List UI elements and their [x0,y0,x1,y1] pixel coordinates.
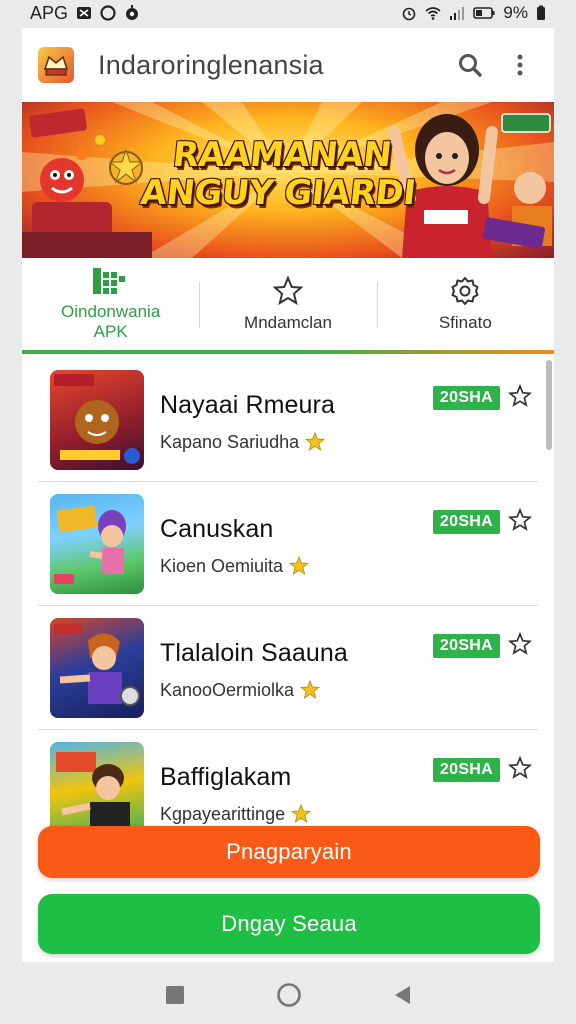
favorite-star-icon[interactable] [508,756,532,780]
battery-icon [473,7,495,19]
tab-favorites[interactable]: Mndamclan [199,258,376,350]
carrier-text: APG [30,2,69,23]
location-icon [126,5,139,20]
app-window: Indaroringlenansia RAAMANAN ANGUY GIARDI… [22,28,554,962]
tab-settings[interactable]: Sfinato [376,258,554,350]
apk-grid-icon [92,268,125,294]
tab-bar: Oindonwania APK Mndamclan Sfinato [22,258,554,354]
alarm-icon [403,7,416,21]
primary-action-button[interactable]: Pnagparyain [38,826,540,878]
app-bar: Indaroringlenansia [22,28,554,102]
app-thumbnail [50,493,144,594]
gear-icon [451,277,479,305]
app-subtitle: Kgpayearittinge [160,803,286,824]
list-scrollbar[interactable] [546,360,552,450]
banner-title: RAAMANAN ANGUY GIARDI [136,135,424,213]
rating-star-icon [291,804,312,823]
app-subtitle: Kapano Sariudha [160,431,300,452]
banner-title-line2: ANGUY GIARDI [138,173,418,213]
version-badge: 20SHA [432,758,500,782]
favorite-star-icon[interactable] [508,384,532,408]
app-thumbnail [50,369,144,470]
app-subtitle: KanooOermiolka [160,679,295,700]
favorite-star-icon[interactable] [508,632,532,656]
list-item[interactable]: Baffiglakam Kgpayearittinge 20SHA [38,730,538,828]
version-badge: 20SHA [432,634,500,658]
app-subtitle: Kioen Oemiuita [160,555,284,576]
notification-icon [77,7,92,19]
rating-star-icon [300,680,321,699]
more-options-button[interactable] [500,45,540,85]
app-list: Nayaai Rmeura Kapano Sariudha 20SHA Canu… [22,358,554,828]
search-button[interactable] [450,45,490,85]
status-bar: APG 9% [0,0,576,26]
search-icon [459,54,482,77]
app-thumbnail [50,741,144,828]
star-icon [272,275,304,306]
version-badge: 20SHA [432,510,500,534]
rating-star-icon [289,556,310,575]
more-vert-icon [517,54,523,76]
list-item[interactable]: Tlalaloin Saauna KanooOermiolka 20SHA [38,606,538,730]
home-button[interactable] [276,982,302,1008]
tab-favorites-label: Mndamclan [244,313,332,332]
tab-settings-label: Sfinato [438,313,492,332]
app-thumbnail [50,617,144,718]
tab-apk[interactable]: Oindonwania APK [22,258,199,350]
app-logo-icon [38,47,74,83]
back-button[interactable] [392,984,412,1006]
list-item[interactable]: Nayaai Rmeura Kapano Sariudha 20SHA [38,358,538,482]
system-nav-bar [0,966,576,1024]
battery-saver-icon [537,5,545,20]
version-badge: 20SHA [432,386,500,410]
app-title: Indaroringlenansia [98,49,324,80]
wifi-icon [425,7,441,20]
tab-apk-label: Oindonwania APK [61,302,161,341]
promo-banner[interactable]: RAAMANAN ANGUY GIARDI [22,102,554,258]
signal-icon [450,7,465,20]
recents-button[interactable] [164,984,186,1006]
secondary-action-button[interactable]: Dngay Seaua [38,894,540,954]
list-item[interactable]: Canuskan Kioen Oemiuita 20SHA [38,482,538,606]
favorite-star-icon[interactable] [508,508,532,532]
app-notification-icon [100,5,116,21]
rating-star-icon [305,432,326,451]
banner-title-line1: RAAMANAN [170,135,394,175]
battery-percent: 9% [503,3,528,22]
